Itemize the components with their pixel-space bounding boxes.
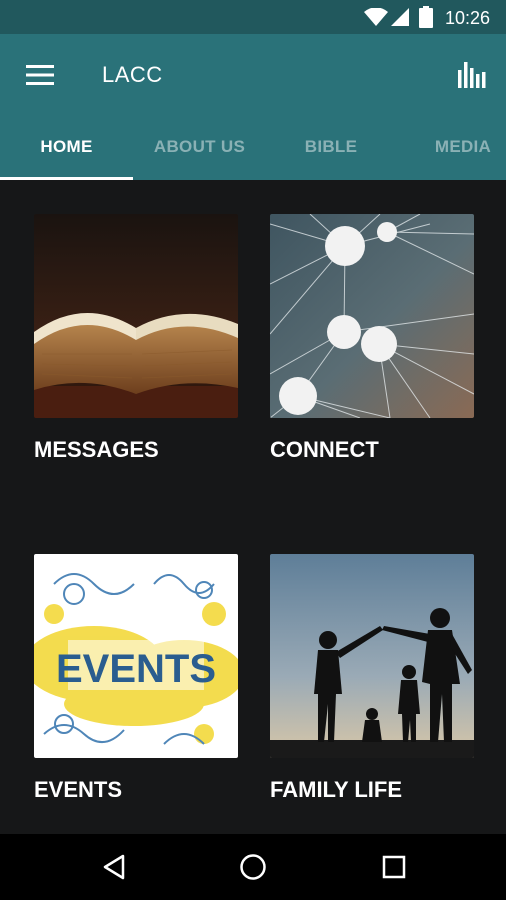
status-bar: 10:26	[0, 0, 506, 34]
tile-events[interactable]: EVENTS EVENTS	[34, 554, 238, 804]
tile-family-life[interactable]: FAMILY LIFE	[270, 554, 474, 804]
tile-label: CONNECT	[270, 437, 379, 462]
home-grid: MESSAGES CONNECT EVENTS EVENTS FAMILY LI…	[0, 180, 506, 834]
chart-button[interactable]	[452, 54, 492, 94]
wifi-icon	[364, 8, 388, 26]
recents-icon	[382, 855, 406, 879]
tab-media[interactable]: MEDIA	[398, 114, 506, 180]
menu-button[interactable]	[20, 58, 60, 92]
tile-messages[interactable]: MESSAGES	[34, 214, 238, 464]
events-graphic-text: EVENTS	[56, 647, 216, 691]
family-silhouette-photo	[270, 554, 474, 758]
app-title: LACC	[102, 62, 163, 87]
tile-label: FAMILY LIFE	[270, 777, 403, 802]
battery-icon	[419, 6, 433, 28]
bar-chart-icon	[458, 62, 486, 88]
tab-strip: HOME ABOUT US BIBLE MEDIA	[0, 114, 506, 180]
tab-bible[interactable]: BIBLE	[266, 114, 396, 180]
recents-button[interactable]	[372, 847, 416, 887]
hamburger-menu-icon	[26, 65, 54, 85]
tile-connect[interactable]: CONNECT	[270, 214, 474, 464]
system-nav-bar	[0, 834, 506, 900]
home-button[interactable]	[231, 847, 275, 887]
network-nodes-photo	[270, 214, 474, 418]
status-time: 10:26	[445, 8, 491, 28]
back-button[interactable]	[92, 847, 136, 887]
tab-about-us[interactable]: ABOUT US	[133, 114, 266, 180]
home-icon	[240, 854, 266, 880]
tab-home[interactable]: HOME	[0, 114, 133, 180]
tile-label: EVENTS	[34, 777, 123, 802]
events-graphic: EVENTS	[34, 554, 238, 758]
tile-label: MESSAGES	[34, 437, 159, 462]
open-bible-photo	[34, 214, 238, 418]
app-bar: LACC HOME ABOUT US BIBLE MEDIA	[0, 34, 506, 180]
back-icon	[103, 854, 125, 880]
cell-signal-icon	[391, 8, 409, 26]
